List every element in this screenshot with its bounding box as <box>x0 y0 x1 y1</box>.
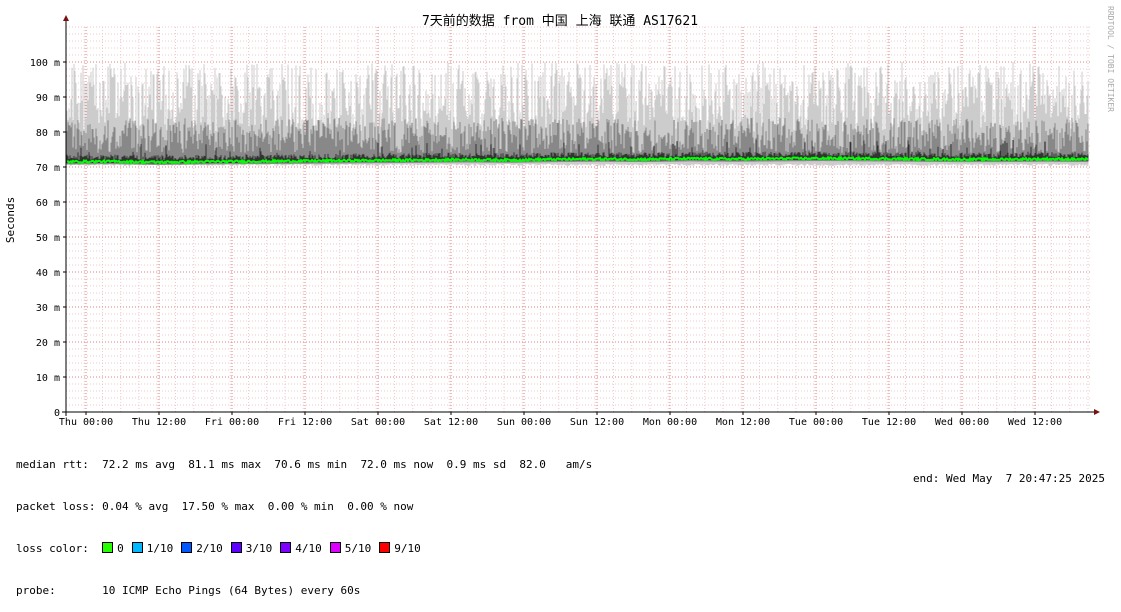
x-tick-label: Mon 00:00 <box>643 417 697 428</box>
y-tick-label: 10 m <box>36 373 60 384</box>
loss-color-item-label: 4/10 <box>295 542 322 555</box>
x-tick-label: Tue 12:00 <box>862 417 916 428</box>
chart: 010 m20 m30 m40 m50 m60 m70 m80 m90 m100… <box>4 6 1115 428</box>
x-tick-label: Fri 00:00 <box>205 417 259 428</box>
loss-color-swatch <box>379 542 391 553</box>
loss-color-item: 1/10 <box>131 542 174 555</box>
median-amps: 82.0 am/s <box>519 458 593 471</box>
x-tick-label: Fri 12:00 <box>278 417 332 428</box>
loss-color-item-label: 3/10 <box>245 542 273 555</box>
x-tick-label: Sun 00:00 <box>497 417 551 428</box>
y-axis-label: Seconds <box>4 197 17 243</box>
loss-color-label: loss color: <box>16 542 89 555</box>
loss-max: 17.50 % max <box>181 500 255 513</box>
y-tick-label: 90 m <box>36 93 60 104</box>
x-tick-label: Sat 12:00 <box>424 417 478 428</box>
packet-loss-row: packet loss: 0.04 % avg 17.50 % max 0.00… <box>16 500 592 514</box>
end-time: end: Wed May 7 20:47:25 2025 <box>912 472 1105 485</box>
median-min: 70.6 ms min <box>274 458 348 471</box>
loss-color-swatch <box>181 542 193 553</box>
loss-color-item: 9/10 <box>379 542 421 555</box>
y-tick-label: 30 m <box>36 303 60 314</box>
loss-color-item-label: 1/10 <box>146 542 174 555</box>
x-tick-label: Wed 12:00 <box>1008 417 1062 428</box>
probe-value: 10 ICMP Echo Pings (64 Bytes) every 60s <box>102 584 361 597</box>
loss-label: packet loss: <box>16 500 96 513</box>
x-tick-label: Sun 12:00 <box>570 417 624 428</box>
median-rtt-row: median rtt: 72.2 ms avg 81.1 ms max 70.6… <box>16 458 592 472</box>
loss-color-item-label: 9/10 <box>394 542 421 555</box>
loss-now: 0.00 % now <box>347 500 414 513</box>
loss-color-swatch <box>131 542 143 553</box>
median-label: median rtt: <box>16 458 89 471</box>
y-tick-label: 40 m <box>36 268 60 279</box>
x-tick-label: Sat 00:00 <box>351 417 405 428</box>
loss-min: 0.00 % min <box>267 500 334 513</box>
chart-title: 7天前的数据 from 中国 上海 联通 AS17621 <box>422 13 698 29</box>
probe-label: probe: <box>16 584 56 597</box>
x-tick-label: Mon 12:00 <box>716 417 770 428</box>
y-tick-label: 60 m <box>36 198 60 209</box>
loss-color-row: loss color: 0 1/10 2/10 3/10 4/10 5/10 9/10 <box>16 542 592 556</box>
y-tick-label: 100 m <box>30 58 60 69</box>
x-axis-arrow <box>1094 409 1100 415</box>
loss-avg: 0.04 % avg <box>102 500 169 513</box>
loss-color-swatch <box>329 542 341 553</box>
median-avg: 72.2 ms avg <box>102 458 175 471</box>
y-axis-arrow <box>63 15 69 21</box>
x-tick-labels: Thu 00:00 Thu 12:00 Fri 00:00 Fri 12:00 Sat … <box>59 417 1062 428</box>
probe-row: probe: 10 ICMP Echo Pings (64 Bytes) eve… <box>16 584 592 598</box>
y-tick-label: 20 m <box>36 338 60 349</box>
loss-color-item-label: 5/10 <box>344 542 372 555</box>
loss-color-swatch <box>230 542 242 553</box>
median-now: 72.0 ms now <box>360 458 434 471</box>
median-max: 81.1 ms max <box>188 458 262 471</box>
watermark: RRDTOOL / TOBI OETIKER <box>1106 6 1115 112</box>
loss-color-item-label: 2/10 <box>196 542 223 555</box>
loss-color-item: 3/10 <box>230 542 273 555</box>
x-tick-label: Thu 00:00 <box>59 417 113 428</box>
loss-color-item-label: 0 <box>117 542 124 555</box>
x-tick-label: Thu 12:00 <box>132 417 186 428</box>
smoke-area <box>66 62 1089 166</box>
loss-color-swatch <box>102 542 114 553</box>
axes <box>62 15 1100 416</box>
legend: median rtt: 72.2 ms avg 81.1 ms max 70.6… <box>16 430 592 612</box>
loss-color-item: 0 <box>102 542 124 555</box>
loss-color-item: 5/10 <box>329 542 372 555</box>
y-tick-labels: 010 m20 m30 m40 m50 m60 m70 m80 m90 m100… <box>30 58 60 419</box>
x-tick-label: Wed 00:00 <box>935 417 989 428</box>
y-tick-label: 70 m <box>36 163 60 174</box>
loss-color-item: 2/10 <box>181 542 223 555</box>
loss-color-swatch <box>280 542 292 553</box>
loss-color-item: 4/10 <box>280 542 322 555</box>
x-tick-label: Tue 00:00 <box>789 417 843 428</box>
y-tick-label: 80 m <box>36 128 60 139</box>
y-tick-label: 50 m <box>36 233 60 244</box>
median-sd: 0.9 ms sd <box>446 458 507 471</box>
